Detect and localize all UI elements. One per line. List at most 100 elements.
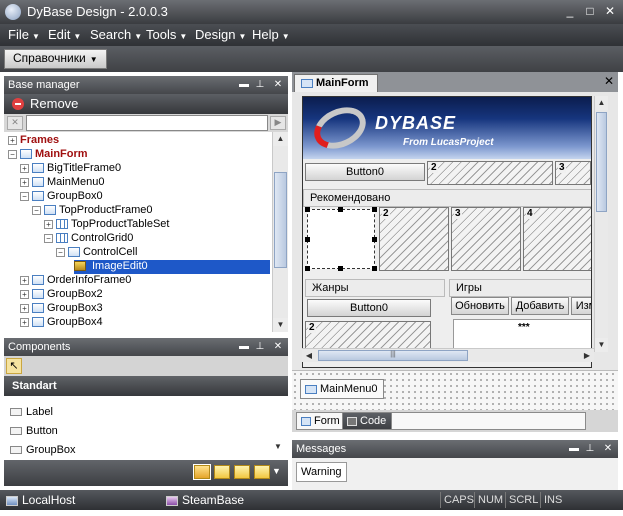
panel-title: Base manager [8, 79, 80, 91]
remove-button[interactable]: Remove [4, 94, 288, 114]
grid-cell[interactable]: 2 [305, 321, 431, 351]
folder-icon[interactable] [214, 465, 230, 479]
resize-handle[interactable] [305, 207, 310, 212]
maximize-button[interactable]: □ [581, 3, 599, 19]
components-scrollbar[interactable]: ▼ [268, 396, 288, 456]
edit-button[interactable]: Изм [571, 297, 591, 315]
component-tray: MainMenu0 [292, 370, 618, 410]
games-group-header[interactable]: Игры [449, 279, 591, 297]
tree-item-imageedit[interactable]: ImageEdit0 [74, 260, 270, 274]
tree-item-orderinfoframe[interactable]: + OrderInfoFrame0 [20, 274, 131, 288]
tab-warning[interactable]: Warning [296, 462, 347, 482]
tree-item-topproducttableset[interactable]: + TopProductTableSet [44, 218, 169, 232]
menu-file[interactable]: File ▼ [8, 27, 40, 42]
minimize-button[interactable]: _ [561, 3, 579, 19]
resize-handle[interactable] [305, 237, 310, 242]
grid-cell[interactable]: 3 [555, 161, 591, 185]
search-back-button[interactable]: ✕ [7, 116, 23, 130]
tree-item-groupbox2[interactable]: + GroupBox2 [20, 288, 103, 302]
search-go-button[interactable]: ▶ [270, 116, 286, 130]
status-database: SteamBase [166, 493, 244, 507]
close-icon[interactable]: ✕ [604, 74, 614, 88]
resize-handle[interactable] [305, 266, 310, 271]
scroll-down-icon[interactable]: ▼ [595, 338, 608, 352]
design-hscrollbar[interactable]: ◀ ||| ▶ [302, 348, 594, 362]
form-icon [301, 78, 313, 88]
view-tabs: Form Code [292, 410, 618, 432]
scroll-down-icon[interactable]: ▼ [273, 318, 288, 332]
scroll-down-icon[interactable]: ▼ [268, 440, 288, 454]
menu-design[interactable]: Design ▼ [195, 27, 246, 42]
close-button[interactable]: ✕ [601, 3, 619, 19]
genres-group-header[interactable]: Жанры [305, 279, 445, 297]
grid-cell[interactable]: 3 [451, 207, 521, 271]
pointer-icon[interactable]: ↖ [6, 358, 22, 374]
menu-icon [305, 384, 317, 394]
folder-icon[interactable] [254, 465, 270, 479]
palette-icon[interactable] [193, 464, 211, 480]
component-label[interactable]: Label [10, 406, 53, 418]
folder-icon[interactable] [234, 465, 250, 479]
scroll-right-icon[interactable]: ▶ [580, 349, 594, 362]
close-icon[interactable]: ✕ [272, 338, 284, 356]
tree-item-bigtitleframe[interactable]: + BigTitleFrame0 [20, 162, 121, 176]
menu-help[interactable]: Help ▼ [252, 27, 290, 42]
code-icon [347, 416, 357, 426]
component-category[interactable]: Standart [4, 376, 288, 396]
pin-icon[interactable]: ⊥ [254, 338, 266, 356]
image-edit-control[interactable] [307, 209, 375, 269]
menu-search[interactable]: Search ▼ [90, 27, 142, 42]
app-icon [5, 4, 21, 20]
pin-icon[interactable]: ⊥ [254, 76, 266, 94]
tray-item-mainmenu[interactable]: MainMenu0 [300, 379, 385, 399]
scroll-up-icon[interactable]: ▲ [273, 132, 288, 146]
component-groupbox[interactable]: GroupBox [10, 444, 76, 456]
grid-cell[interactable]: 2 [427, 161, 553, 185]
panel-menu-icon[interactable]: ▬ [238, 76, 250, 94]
button0-control[interactable]: Button0 [305, 163, 425, 181]
chevron-down-icon[interactable]: ▼ [272, 466, 281, 476]
grid-cell[interactable]: 2 [379, 207, 449, 271]
tree-item-controlcell[interactable]: − ControlCell [56, 246, 137, 260]
tree-item-controlgrid[interactable]: − ControlGrid0 [44, 232, 133, 246]
placeholder-dots: *** [518, 322, 530, 333]
tree-item-groupbox4[interactable]: + GroupBox4 [20, 316, 103, 330]
panel-menu-icon[interactable]: ▬ [568, 440, 580, 458]
grid-cell[interactable]: 4 [523, 207, 591, 271]
close-icon[interactable]: ✕ [272, 76, 284, 94]
recommended-group-header[interactable]: Рекомендовано [303, 189, 591, 207]
base-tree: + Frames − MainForm + BigTitleFrame0 + MainM… [4, 132, 272, 332]
component-button[interactable]: Button [10, 425, 58, 437]
resize-handle[interactable] [338, 266, 343, 271]
menu-edit[interactable]: Edit ▼ [48, 27, 81, 42]
tree-scrollbar[interactable]: ▲ ▼ [272, 132, 288, 332]
dictionaries-button[interactable]: Справочники ▼ [4, 49, 107, 69]
tab-code[interactable]: Code [342, 412, 393, 430]
panel-menu-icon[interactable]: ▬ [238, 338, 250, 356]
design-vscrollbar[interactable]: ▲ ▼ [594, 96, 608, 352]
scroll-up-icon[interactable]: ▲ [595, 96, 608, 110]
resize-handle[interactable] [372, 266, 377, 271]
tree-item-mainform[interactable]: − MainForm [8, 148, 88, 162]
menu-tools[interactable]: Tools ▼ [146, 27, 187, 42]
scroll-thumb[interactable] [596, 112, 607, 212]
scroll-thumb[interactable] [274, 172, 287, 268]
resize-handle[interactable] [372, 237, 377, 242]
genres-button-control[interactable]: Button0 [307, 299, 431, 317]
refresh-button[interactable]: Обновить [451, 297, 509, 315]
scroll-left-icon[interactable]: ◀ [302, 349, 316, 362]
tree-item-frames[interactable]: + Frames [8, 134, 59, 148]
search-input[interactable] [26, 115, 268, 131]
tree-item-topproductframe[interactable]: − TopProductFrame0 [32, 204, 153, 218]
close-icon[interactable]: ✕ [602, 440, 614, 458]
tree-item-groupbox0[interactable]: − GroupBox0 [20, 190, 103, 204]
tab-mainform[interactable]: MainForm [294, 74, 378, 92]
add-button[interactable]: Добавить [511, 297, 569, 315]
resize-handle[interactable] [372, 207, 377, 212]
resize-handle[interactable] [338, 207, 343, 212]
tree-item-mainmenu[interactable]: + MainMenu0 [20, 176, 104, 190]
scroll-thumb[interactable]: ||| [318, 350, 468, 361]
tab-form[interactable]: Form [296, 412, 586, 430]
tree-item-groupbox3[interactable]: + GroupBox3 [20, 302, 103, 316]
pin-icon[interactable]: ⊥ [584, 440, 596, 458]
